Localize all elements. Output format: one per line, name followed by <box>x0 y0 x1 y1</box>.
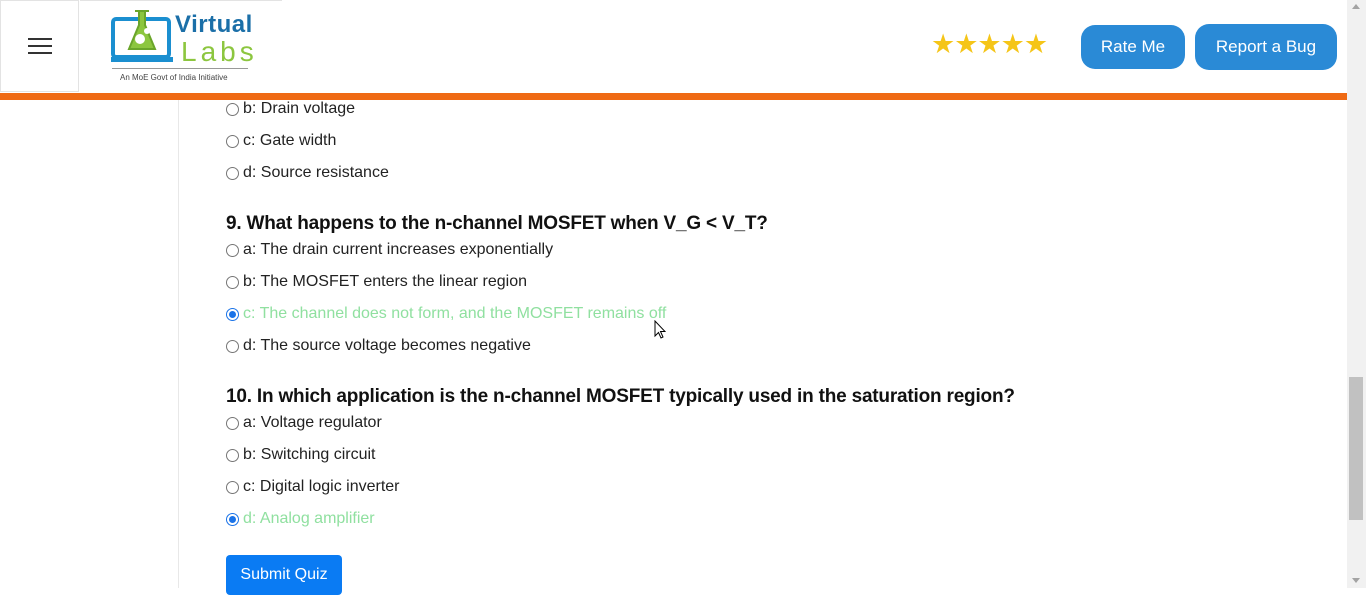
scrollbar-thumb[interactable] <box>1349 377 1363 520</box>
report-bug-button[interactable]: Report a Bug <box>1195 24 1337 70</box>
radio-button[interactable] <box>226 134 239 148</box>
option-label: b: Drain voltage <box>243 100 356 117</box>
header-accent-bar <box>0 93 1347 100</box>
option-label: c: The channel does not form, and the MO… <box>243 305 667 322</box>
virtual-labs-logo[interactable]: Virtual Labs An MoE Govt of India Initia… <box>80 0 282 92</box>
question-9-title: 9. What happens to the n-channel MOSFET … <box>226 213 768 234</box>
q8-option-d[interactable]: d: Source resistance <box>226 164 389 182</box>
site-header: Virtual Labs An MoE Govt of India Initia… <box>0 0 1347 93</box>
logo-tagline: An MoE Govt of India Initiative <box>120 73 228 82</box>
flask-monitor-icon <box>111 10 173 62</box>
radio-button[interactable] <box>226 339 239 353</box>
rate-me-button[interactable]: Rate Me <box>1081 25 1185 69</box>
logo-word-virtual: Virtual <box>175 11 253 38</box>
radio-button-checked[interactable] <box>226 512 239 526</box>
radio-button[interactable] <box>226 102 239 116</box>
scroll-down-arrow-icon[interactable] <box>1352 578 1360 583</box>
radio-button[interactable] <box>226 416 239 430</box>
option-label: c: Digital logic inverter <box>243 478 400 495</box>
option-label: d: Source resistance <box>243 164 389 181</box>
radio-button-checked[interactable] <box>226 307 239 321</box>
option-label: c: Gate width <box>243 132 337 149</box>
logo-divider <box>112 68 248 69</box>
option-label: a: The drain current increases exponenti… <box>243 241 554 258</box>
logo-word-labs: Labs <box>181 36 258 67</box>
q9-option-b[interactable]: b: The MOSFET enters the linear region <box>226 273 527 291</box>
hamburger-icon <box>27 33 52 59</box>
option-label: d: Analog amplifier <box>243 510 375 527</box>
q9-option-c[interactable]: c: The channel does not form, and the MO… <box>226 305 666 323</box>
q9-option-d[interactable]: d: The source voltage becomes negative <box>226 337 531 355</box>
hamburger-menu-button[interactable] <box>0 0 79 92</box>
q10-option-a[interactable]: a: Voltage regulator <box>226 414 382 432</box>
q8-option-c[interactable]: c: Gate width <box>226 132 336 150</box>
rating-stars: ★★★★★ <box>931 29 1048 59</box>
q9-option-a[interactable]: a: The drain current increases exponenti… <box>226 241 553 259</box>
q8-option-b[interactable]: b: Drain voltage <box>226 100 355 118</box>
submit-quiz-button[interactable]: Submit Quiz <box>226 555 342 595</box>
radio-button[interactable] <box>226 243 239 257</box>
option-label: a: Voltage regulator <box>243 414 382 431</box>
q10-option-d[interactable]: d: Analog amplifier <box>226 510 375 528</box>
option-label: b: Switching circuit <box>243 446 376 463</box>
radio-button[interactable] <box>226 166 239 180</box>
question-10-title: 10. In which application is the n-channe… <box>226 386 1015 407</box>
sidebar-divider <box>178 100 179 588</box>
q10-option-c[interactable]: c: Digital logic inverter <box>226 478 400 496</box>
option-label: b: The MOSFET enters the linear region <box>243 273 527 290</box>
radio-button[interactable] <box>226 480 239 494</box>
q10-option-b[interactable]: b: Switching circuit <box>226 446 376 464</box>
radio-button[interactable] <box>226 275 239 289</box>
radio-button[interactable] <box>226 448 239 462</box>
scroll-up-arrow-icon[interactable] <box>1352 4 1360 9</box>
option-label: d: The source voltage becomes negative <box>243 337 531 354</box>
mouse-cursor-icon <box>654 320 666 339</box>
